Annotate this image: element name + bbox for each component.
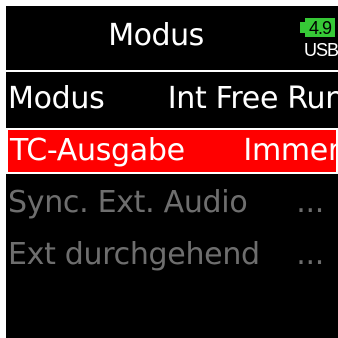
menu-item-value: Int Free Run [167, 81, 338, 116]
menu-item-value: ... [296, 237, 324, 272]
settings-menu: Modus Int Free Run TC-Ausgabe Immer Sync… [6, 76, 338, 284]
menu-item-modus[interactable]: Modus Int Free Run [6, 76, 338, 122]
menu-item-ext-durchgehend[interactable]: Ext durchgehend ... [6, 232, 338, 278]
menu-item-label: TC-Ausgabe [10, 133, 185, 168]
header-bar: Modus 4.9 USB [6, 6, 338, 70]
menu-item-tc-ausgabe[interactable]: TC-Ausgabe Immer [6, 128, 338, 174]
menu-item-label: Ext durchgehend [8, 237, 260, 272]
page-title: Modus [108, 18, 204, 53]
lcd-display: Modus 4.9 USB Modus Int Free Run TC-Ausg… [6, 6, 338, 338]
battery-icon: 4.9 [305, 18, 335, 38]
menu-item-value: Immer [243, 133, 338, 168]
menu-item-value: ... [296, 185, 324, 220]
battery-indicator: 4.9 USB [300, 18, 338, 62]
device-screen: Modus 4.9 USB Modus Int Free Run TC-Ausg… [0, 0, 338, 338]
menu-item-label: Modus [8, 81, 105, 116]
menu-item-sync-ext-audio[interactable]: Sync. Ext. Audio ... [6, 180, 338, 226]
menu-item-label: Sync. Ext. Audio [8, 185, 248, 220]
power-source-label: USB [304, 40, 338, 60]
header-divider [6, 70, 338, 72]
